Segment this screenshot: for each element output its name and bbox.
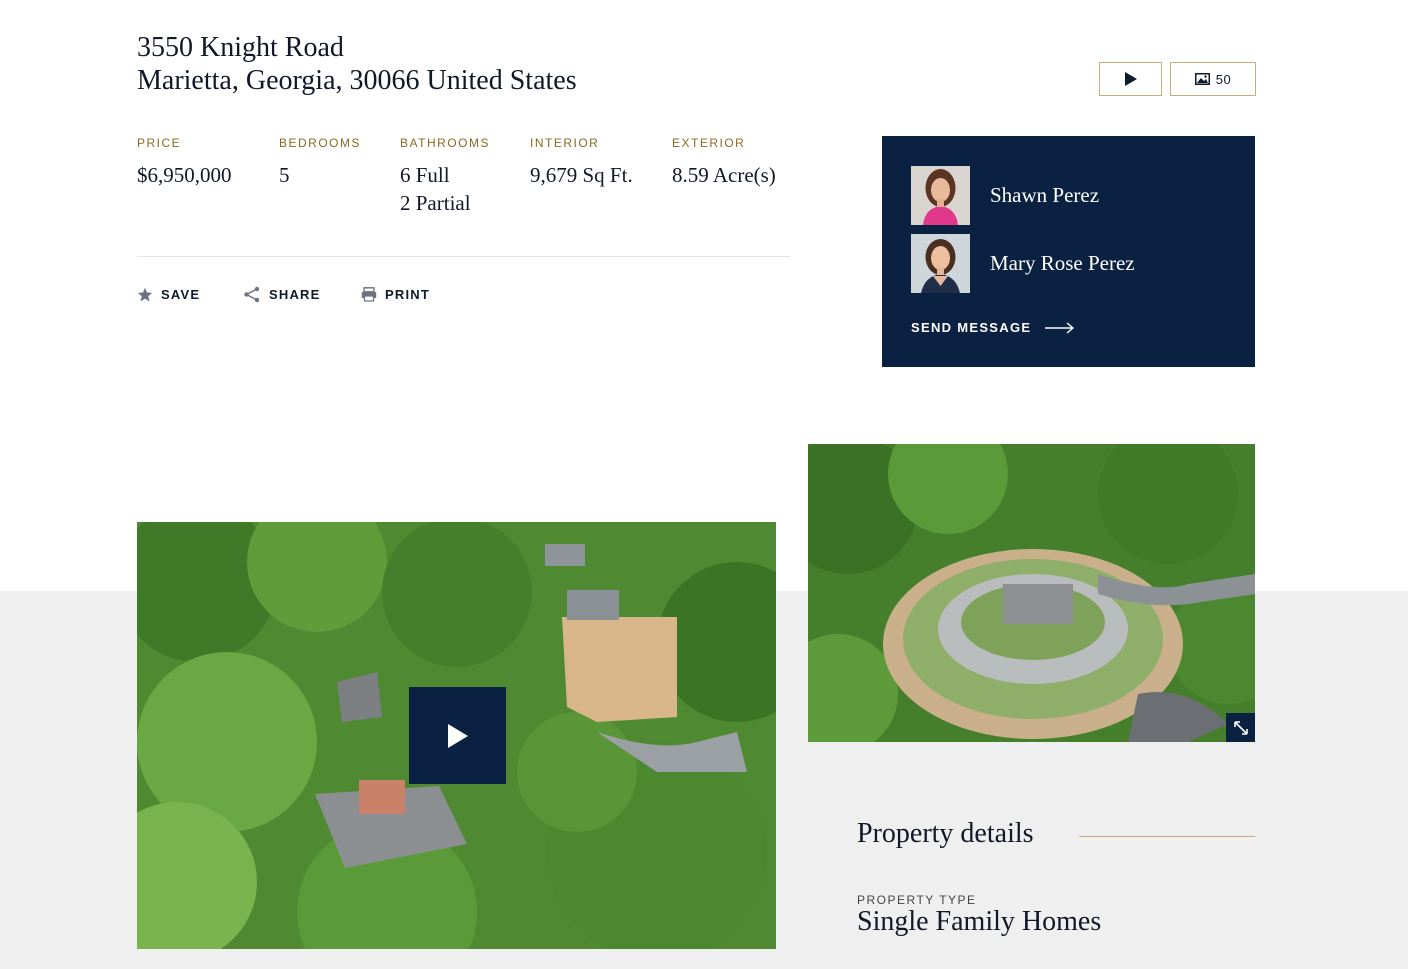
- stat-interior: INTERIOR 9,679 Sq Ft.: [530, 136, 633, 189]
- stat-price: PRICE $6,950,000: [137, 136, 232, 189]
- heading-rule: [1079, 836, 1255, 837]
- share-icon: [244, 286, 260, 303]
- agent-card: Shawn Perez Mary Rose Perez SEND MESSAGE: [882, 136, 1255, 367]
- listing-address: 3550 Knight Road Marietta, Georgia, 3006…: [137, 31, 577, 97]
- play-video-button[interactable]: [409, 687, 506, 784]
- stat-value: 8.59 Acre(s): [672, 163, 776, 187]
- save-label: SAVE: [161, 287, 201, 302]
- stat-label: EXTERIOR: [672, 136, 746, 150]
- agent-name: Mary Rose Perez: [990, 251, 1135, 275]
- secondary-property-photo[interactable]: [808, 444, 1255, 742]
- expand-icon: [1233, 720, 1248, 735]
- stat-bathrooms: BATHROOMS 6 Full 2 Partial: [400, 136, 490, 217]
- play-icon: [447, 723, 468, 748]
- avatar: [911, 166, 970, 225]
- stat-label: BATHROOMS: [400, 136, 490, 150]
- play-icon: [1124, 72, 1137, 86]
- printer-icon: [361, 287, 377, 302]
- agent-name: Shawn Perez: [990, 183, 1100, 207]
- stat-label: PRICE: [137, 136, 182, 150]
- property-type-value: Single Family Homes: [857, 906, 1102, 937]
- image-icon: [1194, 73, 1210, 85]
- star-icon: [137, 287, 153, 302]
- address-line-1: 3550 Knight Road: [137, 32, 344, 63]
- print-button[interactable]: PRINT: [361, 287, 430, 302]
- expand-photo-button[interactable]: [1226, 713, 1255, 742]
- stat-bedrooms: BEDROOMS 5: [279, 136, 361, 189]
- agent-item[interactable]: Mary Rose Perez: [911, 234, 1135, 293]
- property-details-heading: Property details: [857, 818, 1034, 849]
- stat-exterior: EXTERIOR 8.59 Acre(s): [672, 136, 776, 189]
- agent-item[interactable]: Shawn Perez: [911, 166, 1099, 225]
- save-button[interactable]: SAVE: [137, 287, 200, 302]
- divider: [137, 256, 790, 257]
- avatar: [911, 234, 970, 293]
- property-type-label: PROPERTY TYPE: [857, 893, 977, 907]
- photos-button[interactable]: 50: [1170, 62, 1256, 96]
- stat-value: 6 Full 2 Partial: [400, 161, 490, 217]
- address-line-2: Marietta, Georgia, 30066 United States: [137, 65, 577, 96]
- print-label: PRINT: [385, 287, 430, 302]
- share-button[interactable]: SHARE: [243, 286, 321, 303]
- stat-label: INTERIOR: [530, 136, 600, 150]
- stat-value: 5: [279, 163, 290, 187]
- video-button[interactable]: [1099, 62, 1162, 96]
- stat-label: BEDROOMS: [279, 136, 362, 150]
- bathrooms-partial: 2 Partial: [400, 191, 471, 215]
- arrow-right-icon: [1045, 321, 1075, 334]
- stat-value: 9,679 Sq Ft.: [530, 163, 633, 187]
- bathrooms-full: 6 Full: [400, 163, 450, 187]
- stat-value: $6,950,000: [137, 163, 232, 187]
- share-label: SHARE: [269, 287, 321, 302]
- send-message-button[interactable]: SEND MESSAGE: [911, 320, 1075, 335]
- photo-count: 50: [1215, 71, 1232, 87]
- send-message-label: SEND MESSAGE: [911, 320, 1032, 335]
